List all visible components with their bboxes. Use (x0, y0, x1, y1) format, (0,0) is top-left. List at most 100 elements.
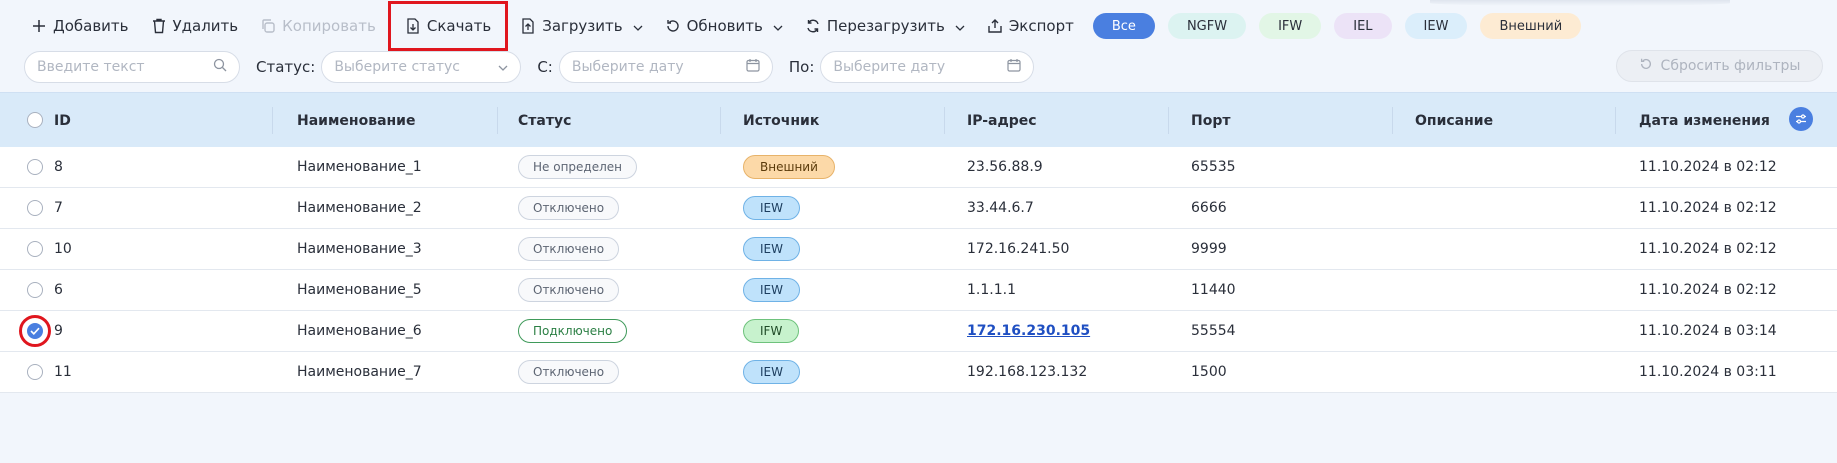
column-divider[interactable] (944, 107, 945, 134)
cell-status: Подключено (518, 311, 628, 351)
cell-id-text: 8 (54, 159, 63, 175)
devices-table: ID Наименование Статус Источник IP-адрес Порт… (0, 92, 1837, 393)
table-row[interactable]: 7 Наименование_2 Отключено IEW 33.44.6.7 6666… (0, 188, 1837, 229)
row-checkbox[interactable] (19, 315, 51, 347)
cell-port: 65535 (1191, 147, 1236, 187)
row-checkbox[interactable] (27, 200, 43, 216)
refresh-button[interactable]: Обновить (658, 8, 790, 44)
calendar-icon (746, 58, 760, 76)
cell-port-text: 55554 (1191, 323, 1236, 339)
column-header[interactable]: Описание (1415, 93, 1493, 148)
cell-date-text: 11.10.2024 в 02:12 (1639, 159, 1777, 175)
trash-icon (151, 18, 167, 34)
row-checkbox-cell (27, 229, 43, 269)
table-row[interactable]: 6 Наименование_5 Отключено IEW 1.1.1.1 11440 1… (0, 270, 1837, 311)
cell-date-text: 11.10.2024 в 02:12 (1639, 200, 1777, 216)
cell-name-text: Наименование_1 (297, 159, 422, 175)
refresh-icon (665, 18, 681, 34)
column-header[interactable]: Статус (518, 93, 571, 148)
row-checkbox[interactable] (27, 159, 43, 175)
cell-port: 9999 (1191, 229, 1227, 269)
cell-id-text: 7 (54, 200, 63, 216)
column-divider[interactable] (1615, 107, 1616, 134)
row-checkbox[interactable] (27, 364, 43, 380)
filter-chip-внешний[interactable]: Внешний (1480, 13, 1582, 39)
column-header[interactable]: Порт (1191, 93, 1230, 148)
add-button[interactable]: Добавить (24, 8, 136, 44)
select-all-cell (27, 100, 43, 140)
cell-source: IFW (743, 311, 800, 351)
download-button[interactable]: Скачать (387, 1, 509, 51)
toolbar: Добавить Удалить Копировать Скачать Загр… (0, 0, 1837, 52)
date-from-picker[interactable]: Выберите дату (558, 51, 773, 83)
cell-id: 6 (54, 270, 63, 310)
column-settings-button[interactable] (1789, 107, 1813, 131)
cell-id-text: 9 (54, 323, 63, 339)
upload-button[interactable]: Загрузить (513, 8, 649, 44)
status-badge: Отключено (518, 237, 620, 261)
cell-date: 11.10.2024 в 03:14 (1639, 311, 1777, 351)
cell-source: IEW (743, 352, 800, 392)
source-badge: IEW (743, 360, 800, 384)
column-header[interactable]: Дата изменения (1639, 93, 1770, 148)
date-to-picker[interactable]: Выберите дату (820, 51, 1035, 83)
filter-chip-iel[interactable]: IEL (1334, 13, 1392, 39)
check-icon (30, 327, 40, 335)
reload-button[interactable]: Перезагрузить (798, 8, 972, 44)
table-row[interactable]: 8 Наименование_1 Не определен Внешний 23.56.… (0, 147, 1837, 188)
column-header[interactable]: Наименование (297, 93, 416, 148)
column-divider[interactable] (1392, 107, 1393, 134)
column-header[interactable]: ID (54, 93, 71, 148)
filter-chip-все[interactable]: Все (1092, 13, 1155, 39)
cell-port-text: 9999 (1191, 241, 1227, 257)
row-checkbox-cell (27, 352, 43, 392)
column-divider[interactable] (497, 107, 498, 134)
cell-status: Не определен (518, 147, 637, 187)
select-all-checkbox[interactable] (27, 112, 43, 128)
delete-button[interactable]: Удалить (144, 8, 246, 44)
add-label: Добавить (53, 17, 129, 35)
column-divider[interactable] (720, 107, 721, 134)
cell-source: IEW (743, 229, 800, 269)
export-button[interactable]: Экспорт (980, 8, 1081, 44)
status-select[interactable]: Выберите статус (321, 51, 522, 83)
cell-source: IEW (743, 188, 800, 228)
column-header[interactable]: IP-адрес (967, 93, 1037, 148)
cell-port: 6666 (1191, 188, 1227, 228)
download-file-icon (405, 18, 421, 34)
cell-id-text: 6 (54, 282, 63, 298)
cell-name: Наименование_6 (297, 311, 422, 351)
row-checkbox-cell (27, 270, 43, 310)
table-row[interactable]: 11 Наименование_7 Отключено IEW 192.168.123.… (0, 352, 1837, 393)
row-checkbox[interactable] (27, 241, 43, 257)
status-placeholder: Выберите статус (334, 59, 461, 75)
column-divider[interactable] (1168, 107, 1169, 134)
cell-name: Наименование_1 (297, 147, 422, 187)
cell-id: 7 (54, 188, 63, 228)
status-badge: Отключено (518, 196, 620, 220)
cell-date-text: 11.10.2024 в 02:12 (1639, 282, 1777, 298)
date-to-placeholder: Выберите дату (833, 59, 946, 75)
source-badge: IEW (743, 237, 800, 261)
search-input[interactable]: Введите текст (24, 51, 240, 83)
column-divider[interactable] (272, 107, 273, 134)
date-to-label: По: (788, 58, 815, 76)
filter-chip-iew[interactable]: IEW (1404, 13, 1468, 39)
copy-button[interactable]: Копировать (253, 8, 383, 44)
cell-ip: 172.16.241.50 (967, 229, 1069, 269)
cell-ip: 1.1.1.1 (967, 270, 1016, 310)
chevron-down-icon (955, 17, 965, 35)
filter-chip-ngfw[interactable]: NGFW (1167, 13, 1247, 39)
table-row[interactable]: 10 Наименование_3 Отключено IEW 172.16.241.5… (0, 229, 1837, 270)
chevron-down-icon (633, 17, 643, 35)
filter-chip-ifw[interactable]: IFW (1259, 13, 1322, 39)
column-header[interactable]: Источник (743, 93, 819, 148)
row-checkbox[interactable] (27, 282, 43, 298)
cell-ip-text[interactable]: 172.16.230.105 (967, 323, 1090, 339)
reset-filters-button[interactable]: Сбросить фильтры (1616, 50, 1823, 82)
status-badge: Отключено (518, 278, 620, 302)
calendar-icon (1007, 58, 1021, 76)
table-row[interactable]: 9 Наименование_6 Подключено IFW 172.16.230.1… (0, 311, 1837, 352)
cell-ip-text: 172.16.241.50 (967, 241, 1070, 257)
source-filter-chips: Все NGFW IFW IEL IEW Внешний (1092, 13, 1594, 39)
